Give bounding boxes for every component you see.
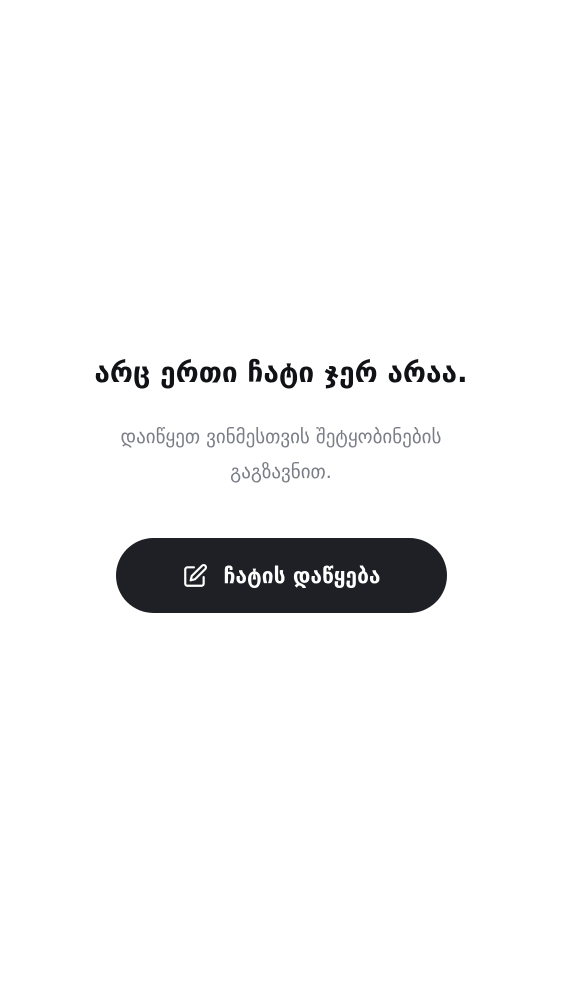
empty-state: არც ერთი ჩატი ჯერ არაა. დაიწყეთ ვინმესთვ… [0,352,562,613]
empty-state-title: არც ერთი ჩატი ჯერ არაა. [94,356,468,389]
start-chat-button[interactable]: ჩატის დაწყება [115,538,447,613]
edit-icon [181,562,209,590]
empty-state-subtitle: დაიწყეთ ვინმესთვის შეტყობინების გაგზავნი… [120,426,442,483]
start-chat-button-label: ჩატის დაწყება [223,563,381,588]
chat-list-screen: არც ერთი ჩატი ჯერ არაა. დაიწყეთ ვინმესთვ… [0,0,562,1000]
